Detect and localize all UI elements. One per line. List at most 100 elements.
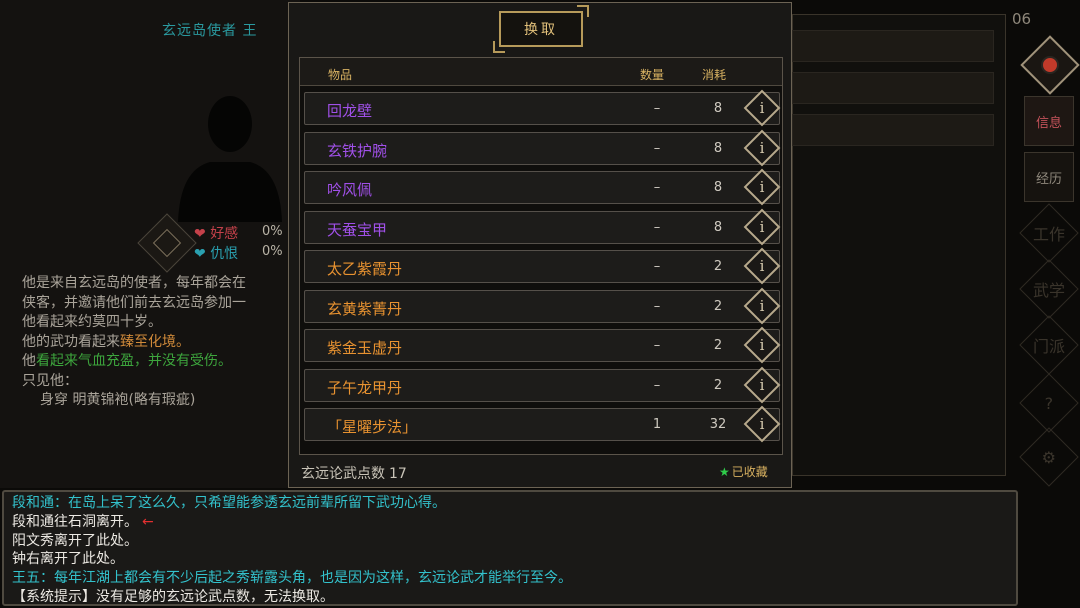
chat-line: 【系统提示】没有足够的玄远论武点数，无法换取。 — [12, 588, 334, 605]
item-cost: 2 — [713, 338, 723, 353]
item-quantity: – — [653, 377, 661, 393]
item-name: 玄黄紫菁丹 — [327, 299, 403, 318]
star-icon: ★ — [719, 465, 730, 479]
info-icon[interactable]: i — [743, 405, 781, 443]
item-quantity: – — [653, 101, 661, 116]
item-name: 玄铁护腕 — [327, 141, 388, 160]
list-header: 物品 数量 消耗 — [300, 58, 782, 86]
chat-line: 段和通往石洞离开。 ← — [12, 513, 154, 530]
item-cost: 8 — [713, 140, 723, 156]
martial-level: 臻至化境。 — [120, 333, 190, 350]
right-panel-number: 06 — [1012, 10, 1032, 28]
collected-toggle[interactable]: ★ 已收藏 — [719, 463, 768, 480]
exchange-item-row[interactable]: 玄铁护腕 – 8 i — [304, 129, 781, 166]
npc-description: 他是来自玄远岛的使者，每年都会在 侠客，并邀请他们前去玄远岛参加一 他看起来约莫… — [22, 274, 300, 411]
exchange-item-row[interactable]: 回龙壁 – 8 i — [304, 89, 781, 127]
info-icon[interactable]: i — [743, 247, 781, 285]
points-display: 玄远论武点数 17 — [301, 463, 407, 483]
header-quantity: 数量 — [640, 68, 665, 82]
help-icon[interactable]: ? — [1019, 373, 1079, 433]
exchange-item-row[interactable]: 天蚕宝甲 – 8 i — [304, 208, 781, 245]
info-icon[interactable]: i — [743, 208, 781, 245]
info-glyph: i — [759, 296, 765, 315]
favor-label: 好感 — [210, 226, 239, 242]
item-cost: 2 — [713, 377, 723, 393]
exchange-dialog: 换取 物品 数量 消耗 回龙壁 –8 i 玄铁护腕 –8 i 吟风佩 –8 i 天蚕宝甲 –8 i 太乙… — [288, 2, 792, 488]
item-cost: 8 — [713, 101, 723, 116]
avatar-icon — [1037, 52, 1063, 78]
nav-experience-button[interactable]: 经历 — [1024, 152, 1074, 202]
chat-line: 钟右离开了此处。 — [12, 551, 124, 568]
right-panel-row — [792, 114, 994, 146]
character-avatar-button[interactable] — [1020, 35, 1080, 95]
desc-line: 他是来自玄远岛的使者，每年都会在 — [22, 275, 246, 291]
item-cost: 32 — [709, 417, 727, 432]
info-icon[interactable]: i — [743, 326, 781, 364]
nav-sect-button[interactable]: 门派 — [1019, 315, 1079, 375]
nav-martial-button[interactable]: 武学 — [1019, 259, 1079, 319]
item-quantity: – — [653, 140, 661, 156]
exchange-item-list: 物品 数量 消耗 回龙壁 –8 i 玄铁护腕 –8 i 吟风佩 –8 i 天蚕宝甲 –8 i 太乙紫霞丹… — [299, 57, 783, 455]
exchange-item-row[interactable]: 子午龙甲丹 – 2 i — [304, 366, 781, 403]
item-quantity: – — [653, 259, 661, 274]
settings-gear-icon[interactable]: ⚙ — [1019, 427, 1079, 487]
desc-line: 他看起来约莫四十岁。 — [22, 314, 162, 330]
favor-row: ❤ 好感 — [194, 226, 239, 242]
arrow-left-icon: ← — [142, 513, 154, 530]
right-panel-row — [792, 72, 994, 104]
info-icon[interactable]: i — [743, 129, 781, 166]
info-glyph: i — [759, 178, 765, 196]
chat-line: 王五：每年江湖上都会有不少后起之秀崭露头角，也是因为这样，玄远论武才能举行至今。 — [12, 570, 572, 587]
nav-info-button[interactable]: 信息 — [1024, 96, 1074, 146]
item-quantity: – — [653, 219, 661, 235]
info-glyph: i — [759, 99, 765, 117]
exchange-item-row[interactable]: 吟风佩 – 8 i — [304, 168, 781, 206]
exchange-title: 换取 — [493, 5, 589, 53]
npc-title: 玄远岛使者 王 — [162, 23, 258, 39]
info-icon[interactable]: i — [743, 89, 781, 127]
wearing-line: 身穿 明黄锦袍(略有瑕疵) — [40, 392, 196, 408]
exchange-item-row[interactable]: 紫金玉虚丹 – 2 i — [304, 326, 781, 364]
info-glyph: i — [759, 257, 765, 275]
item-cost: 2 — [713, 259, 723, 274]
exchange-item-row[interactable]: 玄黄紫菁丹 – 2 i — [304, 287, 781, 324]
item-name: 「星曜步法」 — [327, 418, 418, 436]
info-glyph: i — [759, 375, 765, 394]
chat-line: 段和通：在岛上呆了这么久，只希望能参透玄远前辈所留下武功心得。 — [12, 495, 446, 511]
item-name: 回龙壁 — [327, 102, 373, 120]
item-name: 吟风佩 — [327, 181, 373, 199]
hate-label: 仇恨 — [210, 246, 239, 262]
hate-row: ❤ 仇恨 — [194, 246, 239, 262]
right-panel-row — [792, 30, 994, 62]
desc-line: 侠客，并邀请他们前去玄远岛参加一 — [22, 294, 246, 311]
item-cost: 8 — [713, 180, 723, 195]
item-quantity: – — [653, 338, 661, 353]
exchange-item-row[interactable]: 「星曜步法」 1 32 i — [304, 405, 781, 443]
nav-work-button[interactable]: 工作 — [1019, 203, 1079, 263]
points-value: 17 — [389, 466, 407, 482]
item-quantity: 1 — [652, 417, 662, 432]
item-cost: 2 — [713, 298, 723, 314]
npc-panel: 玄远岛使者 王 ❤ 好感 0% ❤ 仇恨 0% 他是来自玄远岛的使者，每年都会在… — [0, 0, 300, 488]
item-name: 子午龙甲丹 — [327, 378, 403, 397]
info-glyph: i — [759, 217, 765, 236]
health-status: 看起来气血充盈，并没有受伤。 — [36, 353, 232, 369]
info-glyph: i — [759, 336, 765, 354]
item-name: 天蚕宝甲 — [327, 220, 388, 239]
exchange-item-row[interactable]: 太乙紫霞丹 – 2 i — [304, 247, 781, 285]
favor-value: 0% — [262, 224, 283, 239]
npc-emblem-icon — [137, 213, 197, 273]
npc-portrait-silhouette — [178, 96, 282, 222]
see-label: 只见他： — [22, 372, 78, 389]
info-icon[interactable]: i — [743, 366, 781, 403]
health-line: 他看起来气血充盈，并没有受伤。 — [22, 353, 232, 369]
item-name: 紫金玉虚丹 — [327, 339, 403, 357]
hate-value: 0% — [262, 244, 283, 259]
item-quantity: – — [653, 180, 661, 195]
info-icon[interactable]: i — [743, 287, 781, 324]
info-glyph: i — [759, 138, 765, 157]
martial-line: 他的武功看起来臻至化境。 — [22, 333, 190, 350]
message-log: 段和通：在岛上呆了这么久，只希望能参透玄远前辈所留下武功心得。 段和通往石洞离开… — [2, 490, 1018, 606]
info-icon[interactable]: i — [743, 168, 781, 206]
points-label: 玄远论武点数 — [301, 466, 385, 482]
